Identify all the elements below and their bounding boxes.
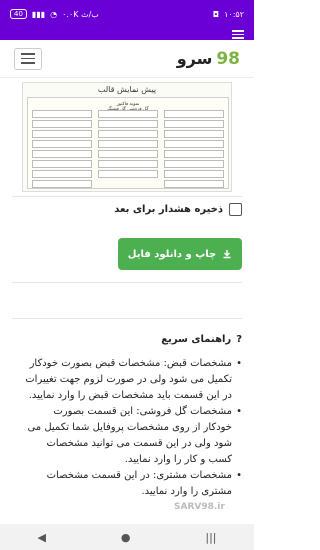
- site-logo[interactable]: سرو 98: [177, 49, 240, 69]
- wifi-icon: ◔: [50, 9, 58, 19]
- hamburger-menu-button[interactable]: [14, 47, 42, 70]
- divider: [12, 282, 242, 283]
- back-icon[interactable]: ◀: [37, 531, 45, 544]
- system-nav-bar: ◀ ● |||: [0, 524, 254, 550]
- guide-item: مشخصات گل فروشی: این قسمت بصورت خودکار ا…: [24, 404, 242, 468]
- receipt-preview: نمونه فاکتور گل فروشی گل قشنگ: [27, 97, 229, 189]
- print-download-button[interactable]: چاپ و دانلود فایل: [118, 238, 242, 270]
- divider: [12, 318, 242, 319]
- receipt-column-right: [164, 110, 224, 190]
- quick-guide: مشخصات قبض: مشخصات قبض بصورت خودکار تکمی…: [24, 356, 242, 500]
- question-icon: ?: [236, 334, 242, 345]
- status-left: 40 ▮▮▮ ◔ ۰.۰K ب/ث: [10, 9, 99, 19]
- menu-icon[interactable]: [232, 28, 244, 39]
- print-button-label: چاپ و دانلود فایل: [127, 248, 217, 260]
- preview-title: پیش نمایش قالب: [97, 85, 157, 94]
- logo-text: سرو: [176, 48, 213, 68]
- status-right: ◘ ۱۰:۵۲: [213, 10, 244, 19]
- clock: ۱۰:۵۲: [224, 9, 244, 19]
- quick-guide-title-text: راهنمای سریع: [161, 334, 232, 345]
- save-warning-row[interactable]: ذخیره هشدار برای بعد: [0, 197, 254, 221]
- quick-guide-title: راهنمای سریع ?: [161, 334, 242, 345]
- status-bar: 40 ▮▮▮ ◔ ۰.۰K ب/ث ◘ ۱۰:۵۲: [0, 0, 254, 28]
- watermark: SARV98.ir: [174, 502, 225, 512]
- download-icon: [223, 250, 231, 259]
- receipt-column-left: [32, 110, 92, 190]
- notification-icon: ◘: [212, 9, 220, 19]
- battery-indicator: 40: [10, 9, 27, 19]
- guide-item: مشخصات مشتری: در این قسمت مشخصات مشتری ر…: [24, 468, 242, 500]
- signal-icon: ▮▮▮: [31, 9, 46, 19]
- site-header: سرو 98: [0, 40, 254, 78]
- guide-item: مشخصات قبض: مشخصات قبض بصورت خودکار تکمی…: [24, 356, 242, 404]
- receipt-column-middle: [98, 110, 158, 180]
- save-warning-checkbox[interactable]: [229, 202, 242, 216]
- app-bar: [0, 28, 254, 40]
- network-speed: ۰.۰K ب/ث: [62, 9, 99, 19]
- save-warning-label: ذخیره هشدار برای بعد: [114, 203, 223, 215]
- logo-number: 98: [216, 48, 240, 69]
- home-icon[interactable]: ●: [121, 531, 131, 544]
- recents-icon[interactable]: |||: [205, 531, 216, 544]
- template-preview: پیش نمایش قالب نمونه فاکتور گل فروشی گل …: [22, 82, 232, 192]
